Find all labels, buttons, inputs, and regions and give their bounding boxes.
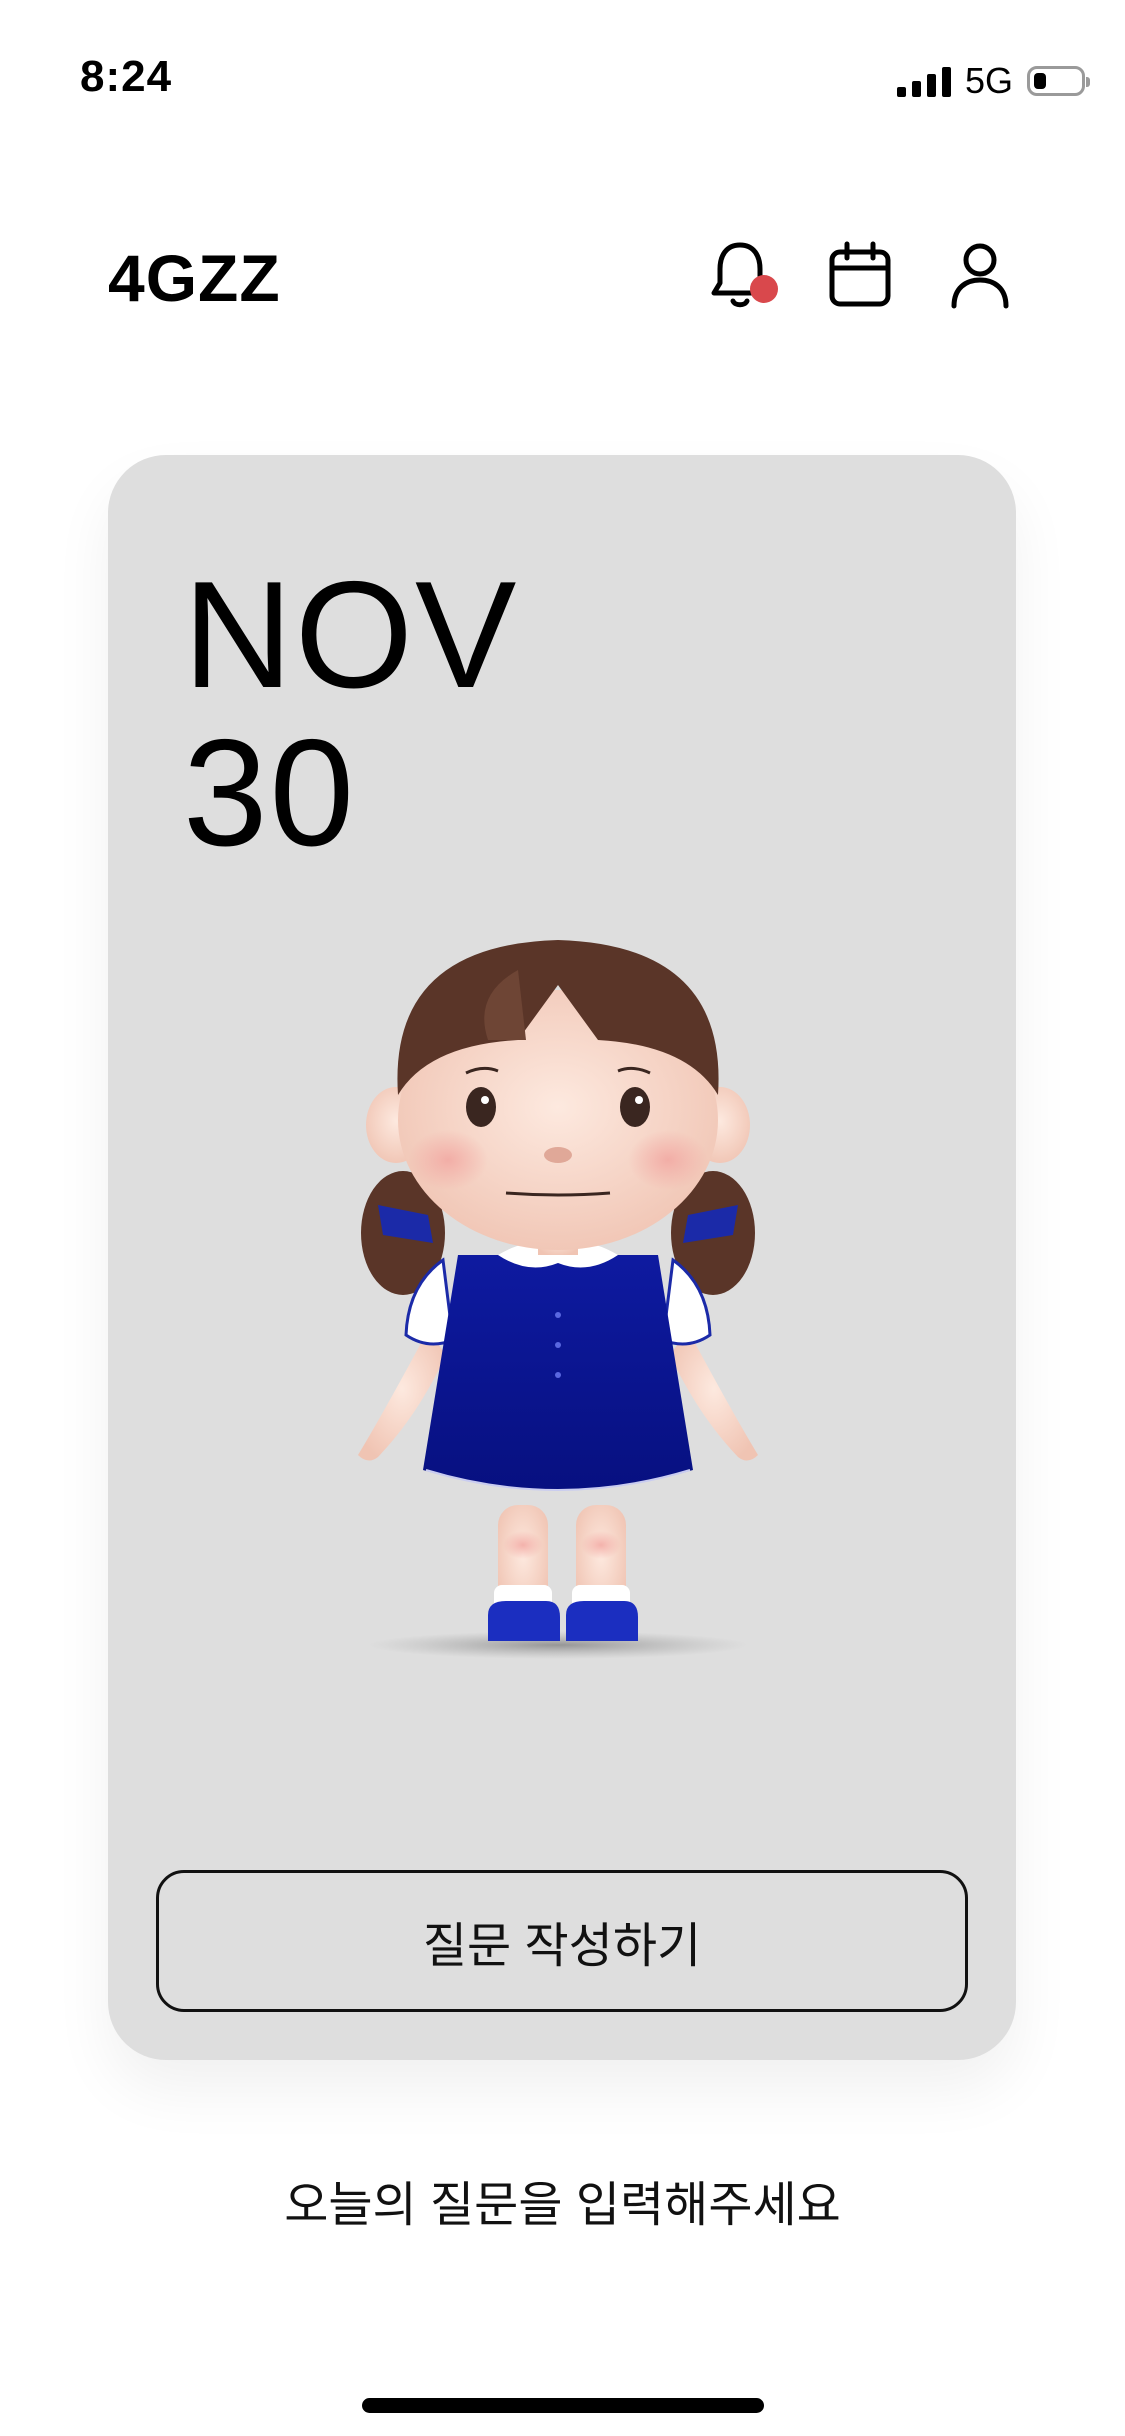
question-prompt: 오늘의 질문을 입력해주세요 (284, 2179, 841, 2232)
network-label: 5G (964, 60, 1013, 101)
character-illustration (358, 940, 758, 1659)
user-icon[interactable] (940, 235, 1020, 315)
write-question-button[interactable]: 질문 작성하기 (156, 1870, 968, 2012)
bell-icon[interactable] (700, 235, 780, 315)
date-day: 30 (183, 708, 357, 878)
daily-card: NOV 30 질문 작성하기 (108, 455, 1016, 2060)
home-indicator (362, 2398, 764, 2413)
date-month: NOV (183, 550, 519, 720)
signal-icon (896, 65, 951, 97)
status-time: 8:24 (80, 52, 173, 101)
battery-icon (1027, 66, 1090, 96)
status-indicators: 5G (896, 60, 1090, 102)
app-logo: 4GZZ (108, 241, 281, 315)
notification-dot (750, 275, 778, 303)
calendar-icon[interactable] (820, 235, 900, 315)
